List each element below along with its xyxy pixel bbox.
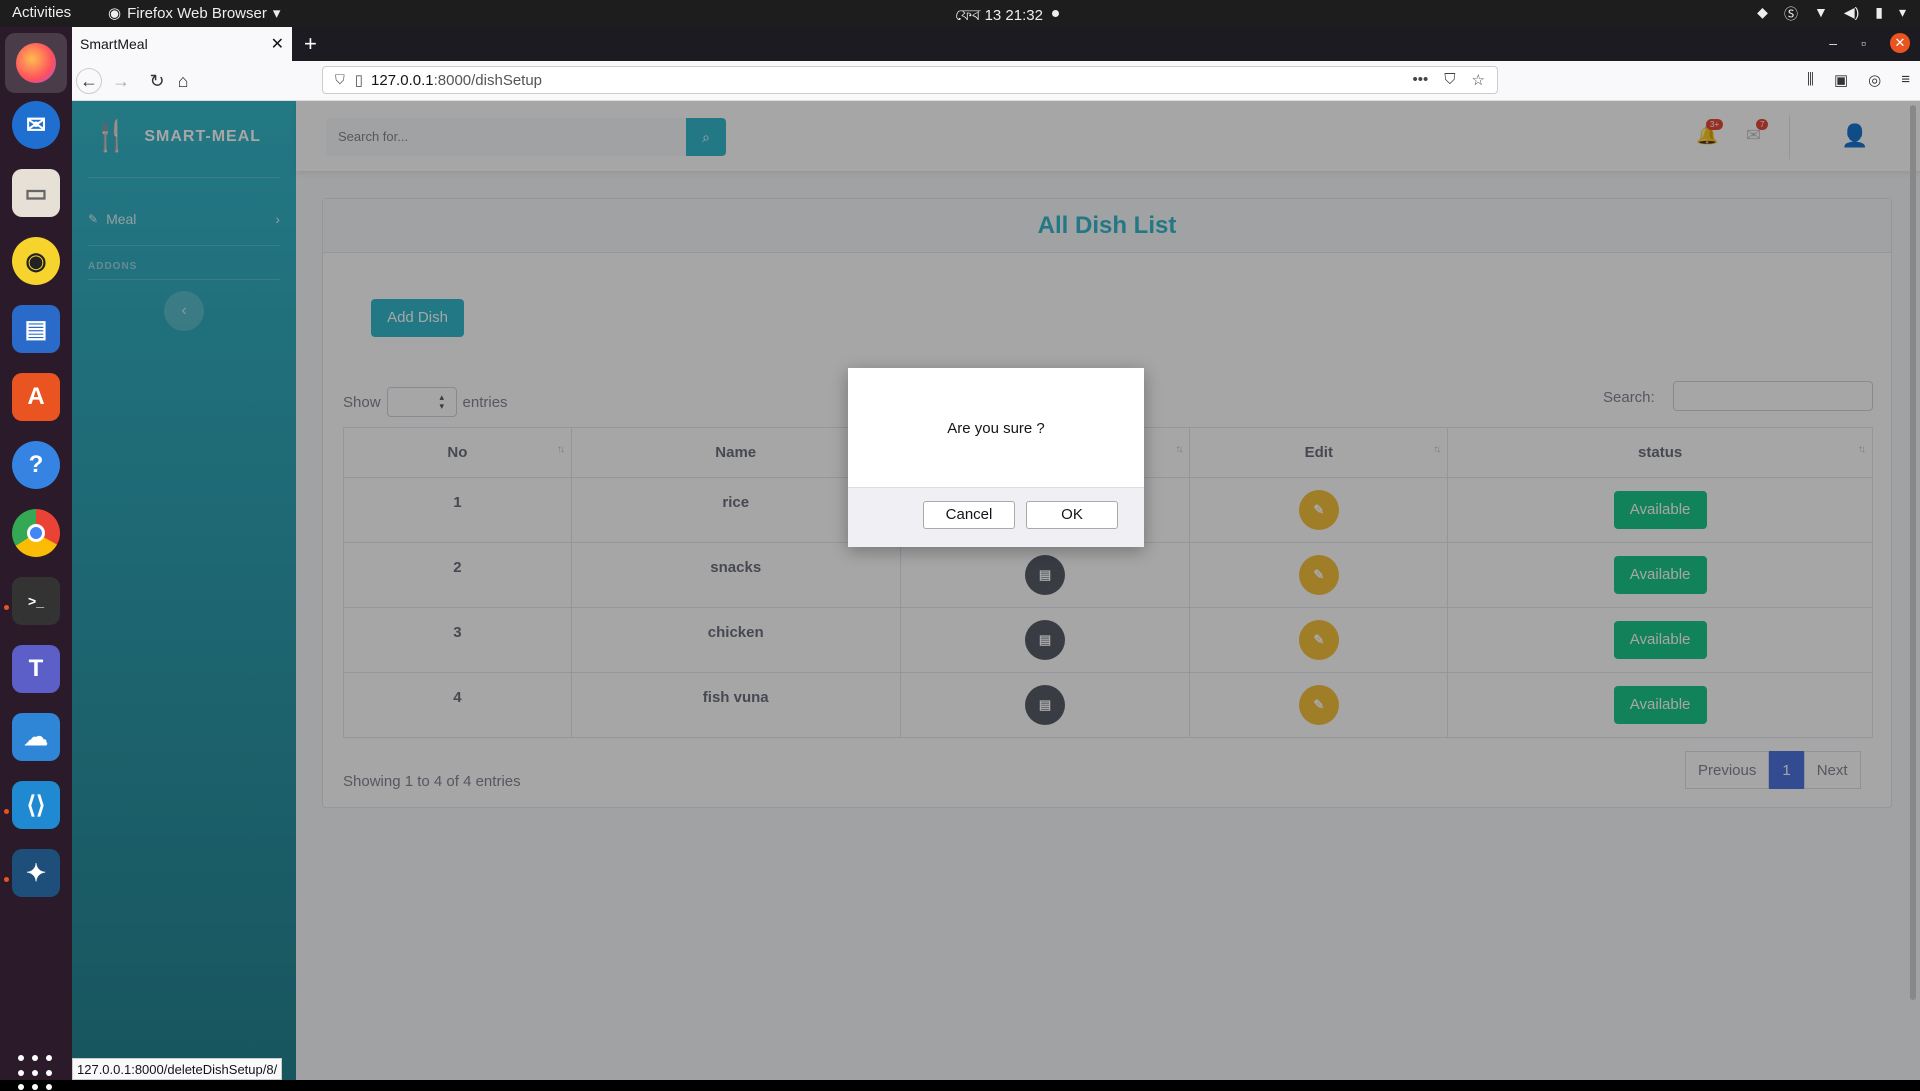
sidebar-toggle-icon[interactable]: ▣: [1834, 71, 1848, 89]
system-top-bar: Activities ◉ Firefox Web Browser ▾ ফেব 13 …: [0, 0, 1920, 27]
chrome-dock-icon[interactable]: [12, 509, 60, 557]
back-icon[interactable]: ←: [76, 68, 102, 94]
wifi-icon[interactable]: ▼: [1814, 4, 1828, 24]
cloud-dock-icon[interactable]: ☁: [12, 713, 60, 761]
close-window-icon[interactable]: ✕: [1890, 33, 1910, 53]
confirm-dialog: Are you sure ? Cancel OK: [848, 368, 1144, 547]
teams-tray-icon[interactable]: ◆: [1757, 4, 1768, 24]
home-icon[interactable]: ⌂: [170, 68, 196, 94]
app-menu[interactable]: ◉ Firefox Web Browser ▾: [108, 4, 281, 23]
firefox-icon: ◉: [108, 5, 122, 22]
tab-smartmeal[interactable]: SmartMeal ✕: [72, 27, 292, 61]
show-applications-icon[interactable]: [18, 1055, 54, 1091]
new-tab-icon[interactable]: +: [304, 31, 317, 57]
clock[interactable]: ফেব 13 21:32: [955, 4, 1043, 29]
forward-icon[interactable]: →: [108, 68, 134, 94]
help-dock-icon[interactable]: ?: [12, 441, 60, 489]
cancel-button[interactable]: Cancel: [923, 501, 1015, 529]
activities-button[interactable]: Activities: [12, 4, 71, 21]
app-name: Firefox Web Browser: [127, 4, 267, 22]
writer-dock-icon[interactable]: ▤: [12, 305, 60, 353]
menu-icon[interactable]: ≡: [1901, 71, 1910, 89]
notification-dot: [1052, 10, 1059, 17]
rhythmbox-dock-icon[interactable]: ◉: [12, 237, 60, 285]
thunderbird-dock-icon[interactable]: ✉: [12, 101, 60, 149]
skype-tray-icon[interactable]: Ⓢ: [1784, 4, 1798, 24]
restore-icon[interactable]: ▫: [1861, 35, 1866, 51]
teams-dock-icon[interactable]: T: [12, 645, 60, 693]
volume-icon[interactable]: ◀): [1844, 4, 1859, 24]
toolbar-right: ⫼ ▣ ◎ ≡: [1807, 71, 1910, 89]
terminal-dock-icon[interactable]: >_: [12, 577, 60, 625]
tab-bar: SmartMeal ✕ + – ▫ ✕: [72, 27, 1920, 61]
url-host: 127.0.0.1: [371, 71, 434, 89]
battery-icon[interactable]: ▮: [1875, 4, 1883, 24]
modal-overlay: [72, 101, 1920, 1080]
url-actions: ••• ⛉ ☆: [1413, 71, 1485, 89]
ok-button[interactable]: OK: [1026, 501, 1118, 529]
chevron-down-icon: ▾: [272, 5, 281, 22]
shield-icon[interactable]: ⛉: [335, 72, 345, 88]
account-icon[interactable]: ◎: [1868, 71, 1881, 89]
running-indicator: [4, 809, 9, 814]
page-viewport: 🍴 SMART-MEAL ✎ Meal › ADDONS ‹ Search for..…: [72, 101, 1920, 1080]
system-tray[interactable]: ◆ Ⓢ ▼ ◀) ▮ ▾: [1757, 4, 1906, 24]
files-dock-icon[interactable]: ▭: [12, 169, 60, 217]
link-status-url: 127.0.0.1:8000/deleteDishSetup/8/: [72, 1058, 283, 1080]
chevron-down-icon[interactable]: ▾: [1899, 4, 1906, 24]
tab-title: SmartMeal: [80, 36, 148, 52]
browser-window: SmartMeal ✕ + – ▫ ✕ ← → ↻ ⌂ ⛉ ▯ 127.0.0.1…: [72, 27, 1920, 1080]
minimize-icon[interactable]: –: [1829, 35, 1837, 51]
firefox-dock-icon[interactable]: [5, 33, 67, 93]
bookmark-star-icon[interactable]: ☆: [1472, 71, 1485, 89]
mysql-workbench-dock-icon[interactable]: ✦: [12, 849, 60, 897]
pocket-icon[interactable]: ⛉: [1444, 71, 1455, 89]
page-scrollbar[interactable]: [1910, 105, 1916, 1000]
window-controls: – ▫ ✕: [1829, 33, 1910, 53]
dock: ✉ ▭ ◉ ▤ A ? >_ T ☁ ⟨⟩ ✦: [0, 27, 72, 1091]
library-icon[interactable]: ⫼: [1807, 71, 1814, 89]
software-dock-icon[interactable]: A: [12, 373, 60, 421]
page-icon[interactable]: ▯: [355, 71, 363, 89]
url-bar[interactable]: ⛉ ▯ 127.0.0.1:8000/dishSetup ••• ⛉ ☆: [322, 66, 1498, 94]
running-indicator: [4, 605, 9, 610]
navigation-toolbar: ← → ↻ ⌂ ⛉ ▯ 127.0.0.1:8000/dishSetup •••…: [72, 61, 1920, 101]
reload-icon[interactable]: ↻: [144, 68, 170, 94]
url-path: :8000/dishSetup: [433, 71, 543, 89]
close-tab-icon[interactable]: ✕: [271, 34, 284, 54]
dialog-footer: Cancel OK: [848, 487, 1144, 547]
dialog-message: Are you sure ?: [947, 420, 1045, 437]
more-actions-icon[interactable]: •••: [1413, 71, 1429, 89]
vscode-dock-icon[interactable]: ⟨⟩: [12, 781, 60, 829]
running-indicator: [4, 877, 9, 882]
